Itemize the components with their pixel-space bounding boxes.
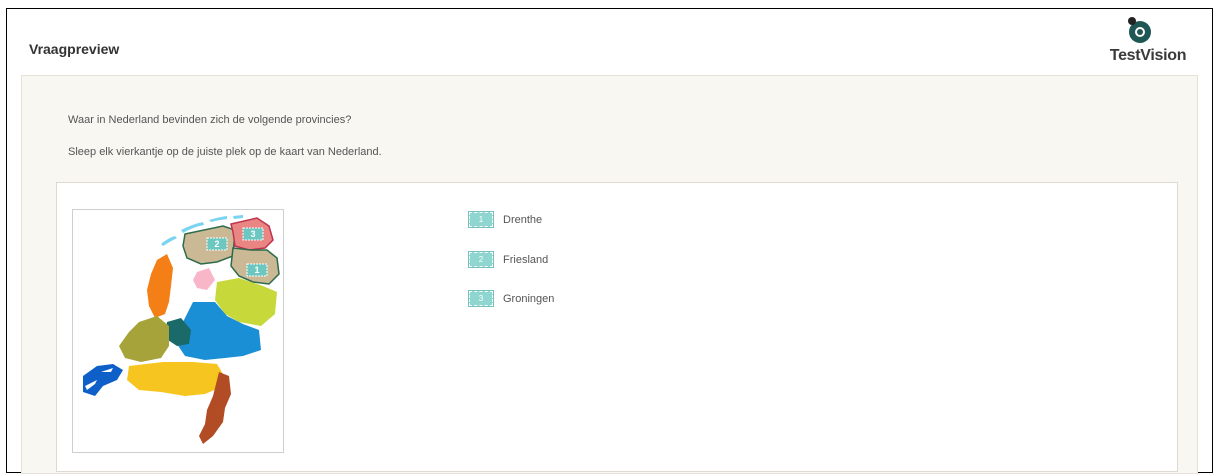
drag-tile[interactable]: 1 [468,211,494,229]
option-friesland[interactable]: 2 Friesland [468,251,549,269]
interaction-area: 2 3 1 1 Drenthe 2 Friesland 3 Groningen [56,182,1178,472]
option-drenthe[interactable]: 1 Drenthe [468,211,543,229]
drag-tile[interactable]: 3 [468,290,494,308]
option-label: Drenthe [503,213,543,226]
option-groningen[interactable]: 3 Groningen [468,290,555,308]
question-panel: Waar in Nederland bevinden zich de volge… [21,75,1198,474]
testvision-logo-icon [1128,17,1151,43]
option-label: Groningen [503,292,555,305]
province-zeeland [83,364,123,396]
question-text: Waar in Nederland bevinden zich de volge… [68,114,352,126]
drag-tile[interactable]: 2 [468,251,494,269]
brand-wordmark: TestVision [1109,47,1187,64]
page-title: Vraagpreview [29,41,120,57]
province-zuid-holland [119,316,169,362]
province-flevoland [193,268,215,290]
preview-window: Vraagpreview TestVision Waar in Nederlan… [6,8,1213,474]
province-noord-holland [147,254,173,318]
drop-marker-1: 1 [254,265,259,275]
option-label: Friesland [503,253,549,266]
drop-marker-2: 2 [214,239,219,249]
province-noord-brabant [127,362,223,396]
testvision-logo: TestVision [1098,11,1198,67]
netherlands-map[interactable]: 2 3 1 [72,209,284,453]
drop-marker-3: 3 [250,229,255,239]
instruction-text: Sleep elk vierkantje op de juiste plek o… [68,146,382,158]
map-svg: 2 3 1 [83,215,280,444]
header: Vraagpreview TestVision [7,9,1212,73]
